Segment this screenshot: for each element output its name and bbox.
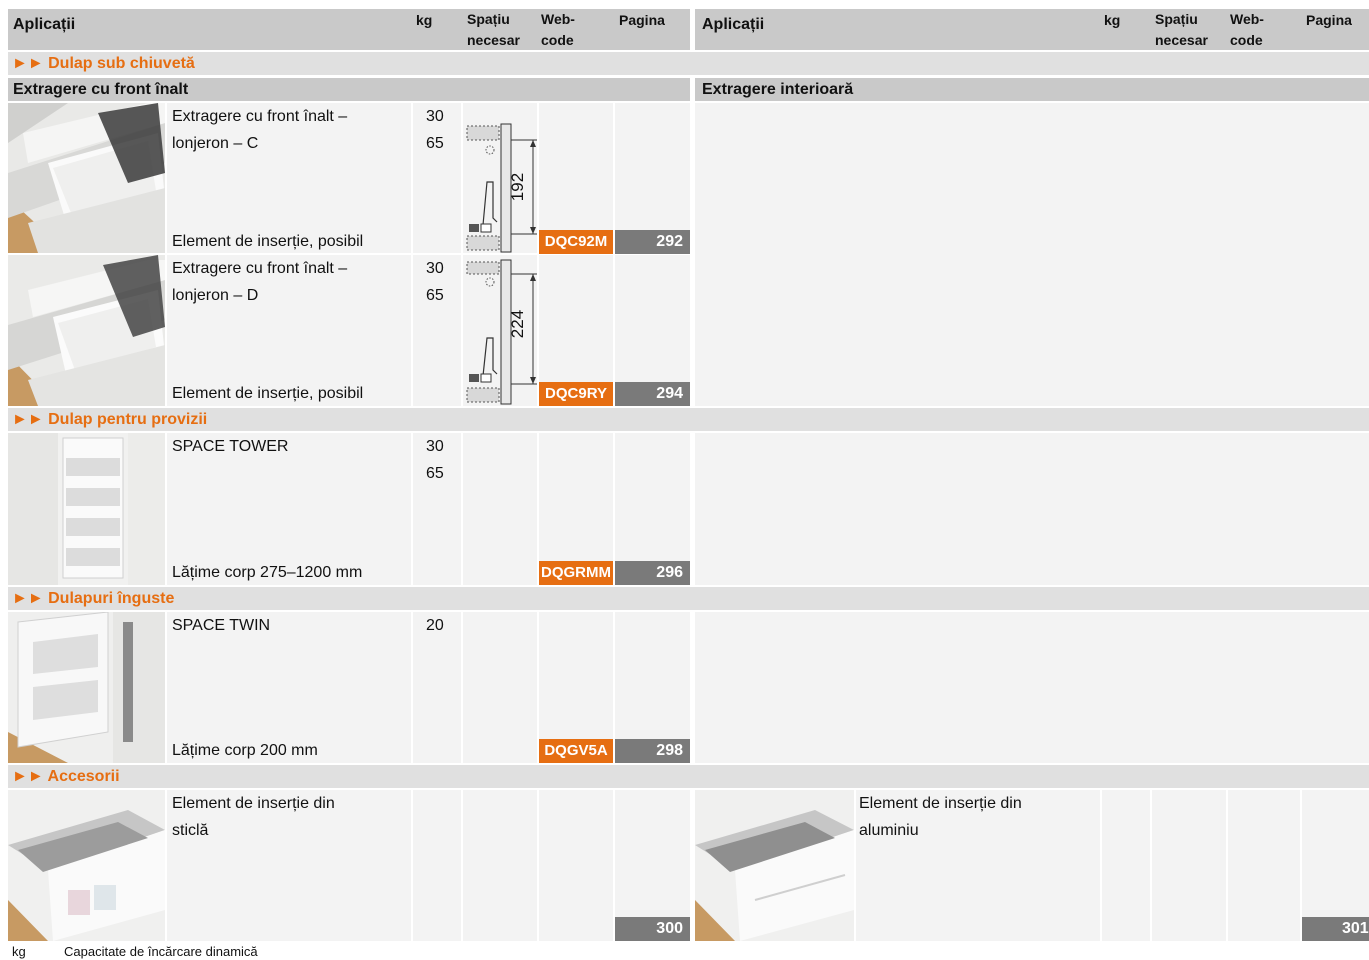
section-bar-accessories	[8, 765, 1369, 788]
header-applications: Aplicații	[13, 16, 76, 33]
subsection-title-inner: Extragere interioară	[702, 81, 854, 98]
row-title-line2: lonjeron – D	[172, 287, 259, 304]
accessory-title-line1: Element de inserție din	[859, 795, 1022, 812]
header-applications-right: Aplicații	[702, 16, 765, 33]
dimension-label: 224	[508, 310, 527, 338]
section-title-sink: ►► Dulap sub chiuvetă	[12, 55, 195, 72]
section-bar-narrow	[8, 587, 1369, 610]
row-title-line1: Extragere cu front înalt –	[172, 108, 348, 125]
row-title-line1: SPACE TWIN	[172, 617, 271, 634]
row-space-cell	[463, 612, 537, 763]
header-space-right-1: Spațiu	[1155, 11, 1198, 27]
header-space-1: Spațiu	[467, 11, 510, 27]
row-title-line1: SPACE TOWER	[172, 438, 289, 455]
page-badge[interactable]: 292	[615, 230, 690, 254]
row-space-cell	[463, 790, 537, 941]
pantry-photo	[8, 433, 165, 585]
drawer-photo	[8, 255, 165, 406]
empty-panel-right	[695, 103, 1369, 406]
header-webcode-2: code	[541, 32, 574, 48]
row-bottom-note: Lățime corp 200 mm	[172, 742, 318, 759]
row-kg-2: 65	[426, 465, 444, 482]
accessory-title-line1: Element de inserție din	[172, 795, 335, 812]
row-kg-1: 20	[426, 617, 444, 634]
row-kg-2: 65	[426, 287, 444, 304]
table-header-right	[695, 9, 1369, 50]
accessory-title-line2: aluminiu	[859, 822, 919, 839]
header-space-right-2: necesar	[1155, 32, 1208, 48]
space-diagram: 192	[466, 123, 537, 253]
footer-abbr: kg	[12, 944, 26, 959]
row-kg-cell	[1102, 790, 1150, 941]
table-header-left	[8, 9, 690, 50]
row-title-line1: Extragere cu front înalt –	[172, 260, 348, 277]
header-webcode-right-1: Web-	[1230, 11, 1264, 27]
row-bottom-note: Lățime corp 275–1200 mm	[172, 564, 363, 581]
page-badge[interactable]: 298	[615, 739, 690, 763]
webcode-badge[interactable]: DQC92M	[539, 230, 613, 254]
empty-panel-right	[695, 612, 1369, 763]
row-space-cell	[463, 433, 537, 585]
header-page-right: Pagina	[1306, 12, 1352, 28]
row-webcode-cell	[1228, 790, 1300, 941]
page-badge[interactable]: 300	[615, 917, 690, 941]
row-space-cell	[1152, 790, 1226, 941]
row-kg-1: 30	[426, 260, 444, 277]
section-title-accessories: ►► Accesorii	[12, 768, 120, 785]
page-badge[interactable]: 301	[1302, 917, 1369, 941]
header-webcode-1: Web-	[541, 11, 575, 27]
narrow-cabinet-photo	[8, 612, 165, 763]
section-title-narrow: ►► Dulapuri înguste	[12, 590, 175, 607]
section-bar-pantry	[8, 408, 1369, 431]
dimension-label: 192	[508, 173, 527, 201]
row-webcode-cell	[539, 790, 613, 941]
header-space-2: necesar	[467, 32, 520, 48]
header-webcode-right-2: code	[1230, 32, 1263, 48]
page-badge[interactable]: 294	[615, 382, 690, 406]
row-bottom-note: Element de inserție, posibil	[172, 385, 364, 402]
drawer-photo	[8, 103, 165, 253]
section-title-pantry: ►► Dulap pentru provizii	[12, 411, 208, 428]
subsection-title-high-front: Extragere cu front înalt	[13, 81, 189, 98]
footer-text: Capacitate de încărcare dinamică	[64, 944, 258, 959]
empty-panel-right	[695, 433, 1369, 585]
row-kg-cell	[413, 790, 461, 941]
row-title-line2: lonjeron – C	[172, 135, 259, 152]
header-page: Pagina	[619, 12, 665, 28]
row-kg-1: 30	[426, 438, 444, 455]
accessory-title-line2: sticlă	[172, 822, 209, 839]
row-kg-2: 65	[426, 135, 444, 152]
row-kg-1: 30	[426, 108, 444, 125]
webcode-badge[interactable]: DQGRMM	[539, 561, 613, 585]
page-badge[interactable]: 296	[615, 561, 690, 585]
row-bottom-note: Element de inserție, posibil	[172, 233, 364, 250]
webcode-badge[interactable]: DQC9RY	[539, 382, 613, 406]
glass-insert-photo	[8, 790, 165, 941]
aluminium-insert-photo	[695, 790, 854, 941]
header-kg-right: kg	[1104, 12, 1121, 28]
webcode-badge[interactable]: DQGV5A	[539, 739, 613, 763]
space-diagram: 224	[466, 259, 537, 405]
header-kg: kg	[416, 12, 433, 28]
section-bar-sink	[8, 52, 1369, 75]
